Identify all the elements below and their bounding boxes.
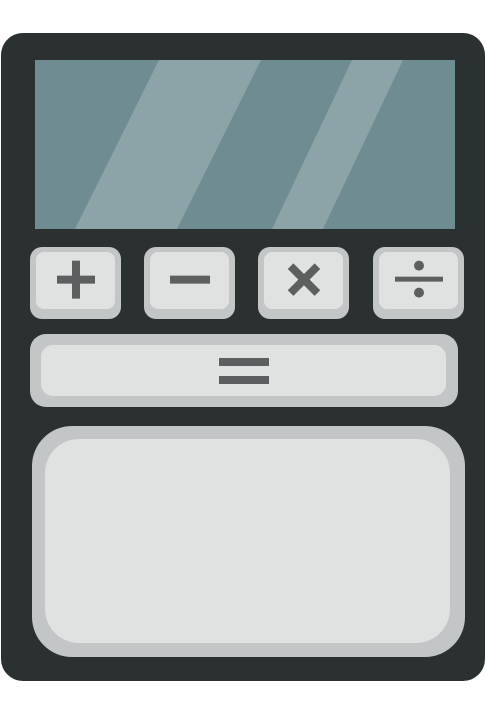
equals-button[interactable] [30,334,458,407]
multiply-button[interactable] [258,247,349,319]
plus-icon [56,260,95,299]
display-glare [75,60,403,229]
keypad-area[interactable] [32,426,465,657]
multiply-icon [287,263,320,296]
divide-icon [394,260,443,298]
minus-icon [169,275,210,284]
divide-button[interactable] [373,247,464,319]
calculator-body [1,33,485,681]
minus-button[interactable] [144,247,235,319]
calculator-display [35,60,455,229]
equals-icon [219,357,269,384]
plus-button[interactable] [30,247,121,319]
